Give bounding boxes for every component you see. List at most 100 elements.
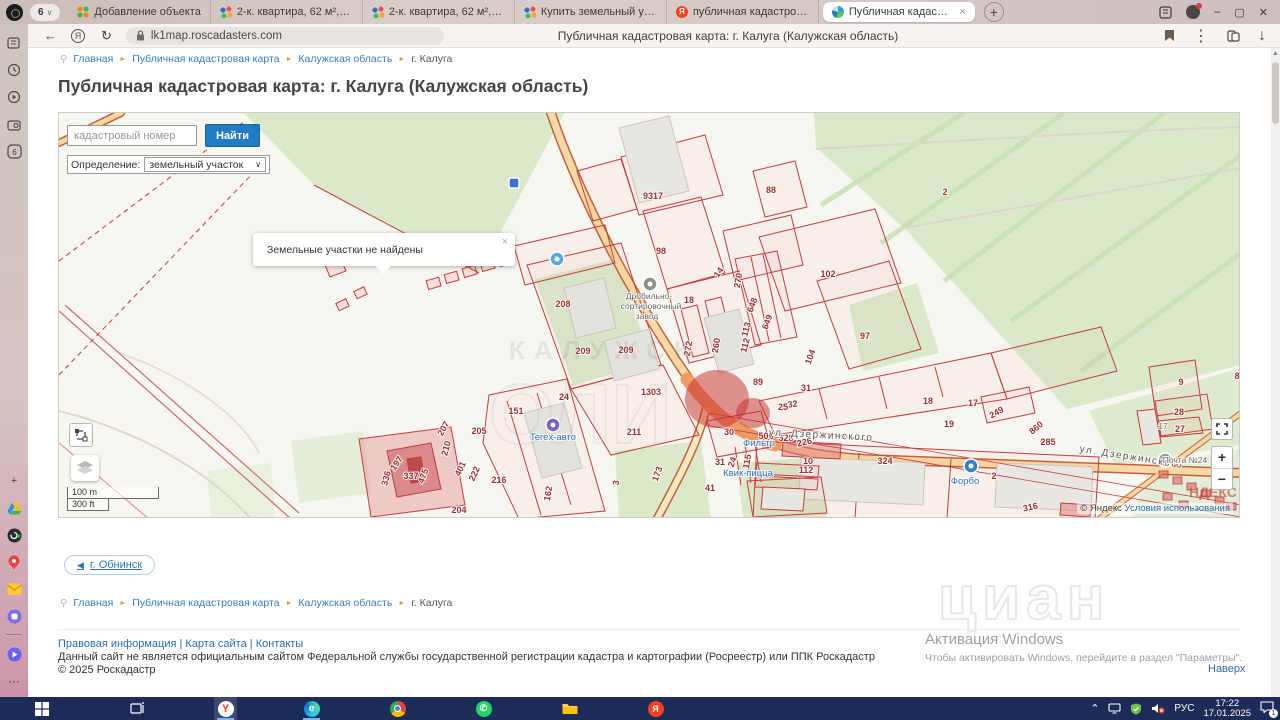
display-icon[interactable] [1108, 703, 1121, 714]
start-button[interactable] [30, 697, 53, 720]
url-text: lk1map.roscadasters.com [151, 30, 282, 42]
sitemap-link[interactable]: Карта сайта [185, 638, 246, 650]
page-scrollbar[interactable]: ▲ [1271, 48, 1280, 697]
tabs-count-badge[interactable]: 6 [6, 143, 22, 159]
tab-count: 6 [38, 7, 44, 18]
restore-button[interactable]: ▢ [1234, 6, 1244, 19]
taskbar-explorer[interactable] [558, 697, 581, 720]
menu-dots-icon[interactable]: ⋮ [1193, 26, 1209, 46]
layers-button[interactable] [71, 455, 99, 481]
tab-flat-2[interactable]: 2-к. квартира, 62 м², 1/9 з [363, 0, 515, 24]
play-icon[interactable] [6, 89, 22, 105]
task-view-button[interactable] [126, 697, 149, 720]
more-icon[interactable]: ⋯ [6, 673, 22, 689]
zoom-in-button[interactable]: + [1212, 447, 1232, 469]
breadcrumb-sep-icon: ► [119, 600, 126, 607]
profile-avatar[interactable] [1186, 5, 1200, 19]
breadcrumb-region[interactable]: Калужская область [298, 53, 392, 65]
map-label: 30 [724, 427, 734, 437]
legal-link[interactable]: Правовая информация [58, 638, 176, 650]
scale-imperial: 300 ft [67, 498, 109, 511]
breadcrumb-sep-icon: ► [398, 600, 405, 607]
windows-activation: Активация Windows Чтобы активировать Win… [925, 631, 1242, 664]
screenshot-icon[interactable] [6, 116, 22, 132]
panels-icon[interactable] [1159, 6, 1172, 19]
tab-favicon-cian-icon [372, 6, 384, 18]
scroll-up-icon[interactable]: ▲ [1272, 50, 1279, 57]
taskbar-chrome[interactable] [386, 697, 409, 720]
sidebar-panels-icon[interactable] [6, 35, 22, 51]
map-label: Форбо [951, 476, 980, 487]
yandex-maps-icon[interactable] [6, 554, 22, 570]
cadastral-number-input[interactable] [67, 125, 197, 146]
poi-icon-dot [555, 257, 560, 262]
breadcrumb-city: г. Калуга [411, 53, 452, 65]
cadastral-map[interactable]: 9317882981029720820920913032415120520721… [58, 112, 1240, 518]
download-icon[interactable]: ↓ [1258, 27, 1266, 45]
tab-cadastral-search[interactable]: Я публичная кадастровая к [667, 0, 819, 24]
breadcrumb-home[interactable]: Главная [73, 597, 113, 609]
notification-center[interactable]: 1 [1260, 701, 1274, 716]
minimize-button[interactable]: – [1214, 6, 1220, 18]
contacts-link[interactable]: Контакты [256, 638, 304, 650]
yandex-mail-icon[interactable] [6, 581, 22, 597]
prev-city-button[interactable]: ◀ г. Обнинск [64, 555, 155, 575]
tab-cadastral-map-active[interactable]: Публичная кадастров × [823, 2, 975, 22]
tab-buy-land[interactable]: Купить земельный участ [515, 0, 667, 24]
new-tab-button[interactable]: + [984, 2, 1004, 22]
breadcrumb-home[interactable]: Главная [73, 53, 113, 65]
search-button[interactable]: Найти [205, 124, 260, 147]
road-sign-icon[interactable] [509, 178, 519, 188]
measure-button[interactable] [69, 423, 93, 447]
close-icon[interactable]: × [502, 236, 508, 248]
google-drive-icon[interactable] [6, 500, 22, 516]
breadcrumb-map[interactable]: Публичная кадастровая карта [132, 597, 279, 609]
yandex-disk-icon[interactable] [6, 608, 22, 624]
taskbar-whatsapp[interactable]: ✆ [472, 697, 495, 720]
tray-time: 17:22 [1203, 699, 1251, 709]
address-bar[interactable]: lk1map.roscadasters.com [126, 27, 444, 45]
sidebar-divider [6, 634, 22, 635]
back-button[interactable]: ← [44, 28, 57, 43]
breadcrumb-region[interactable]: Калужская область [298, 597, 392, 609]
tab-close-icon[interactable]: × [959, 6, 965, 18]
tab-title: 2-к. квартира, 62 м², 1/9 з [237, 6, 353, 18]
yandex-button[interactable]: Я [71, 29, 85, 43]
history-icon[interactable] [6, 62, 22, 78]
bookmark-icon[interactable] [1164, 29, 1175, 42]
map-scale: 100 m 300 ft [67, 487, 159, 511]
map-label: 17 [1158, 421, 1168, 431]
alice-assistant-icon[interactable] [6, 646, 22, 662]
breadcrumb-sep-icon: ► [119, 56, 126, 63]
taskbar-yandex-browser[interactable]: Y [214, 697, 237, 720]
no-parcels-tooltip: Земельные участки не найдены × [253, 233, 515, 266]
close-button[interactable]: ✕ [1259, 6, 1268, 19]
volume-muted-icon[interactable] [1151, 703, 1165, 714]
footer-disclaimer: Данный сайт не является официальным сайт… [58, 651, 875, 663]
scrollbar-thumb[interactable] [1272, 62, 1279, 124]
taskbar-clock[interactable]: 17:22 17.01.2025 [1203, 699, 1251, 719]
reload-button[interactable]: ↻ [101, 28, 112, 44]
fullscreen-button[interactable] [1211, 418, 1233, 440]
page-title: Публичная кадастровая карта: г. Калуга (… [58, 76, 588, 97]
back-to-top-link[interactable]: Наверх [1208, 663, 1245, 675]
tray-chevron-icon[interactable]: ⌃ [1090, 702, 1099, 715]
defender-icon[interactable] [1130, 703, 1142, 715]
tab-flat-1[interactable]: 2-к. квартира, 62 м², 1/9 з [211, 0, 363, 24]
collections-icon[interactable] [1227, 30, 1240, 42]
terms-link[interactable]: Условия использования [1125, 503, 1230, 514]
breadcrumb-map[interactable]: Публичная кадастровая карта [132, 53, 279, 65]
taskbar-yandex-search[interactable]: Я [644, 697, 667, 720]
tab-add-object[interactable]: Добавление объекта [68, 0, 210, 24]
taskbar-edge[interactable]: e [300, 697, 323, 720]
dark-app-icon[interactable] [6, 527, 22, 543]
map-label: 25 [778, 402, 788, 412]
tab-counter[interactable]: 6 ∨ [30, 4, 60, 21]
zoom-out-button[interactable]: − [1212, 469, 1232, 490]
lock-icon [136, 30, 145, 41]
object-type-select[interactable]: земельный участок ∨ [144, 157, 266, 172]
toolbar-right: ⋮ ↓ [1164, 26, 1280, 46]
browser-logo[interactable] [6, 4, 23, 21]
add-icon[interactable]: + [6, 473, 22, 489]
language-indicator[interactable]: РУС [1174, 703, 1194, 714]
